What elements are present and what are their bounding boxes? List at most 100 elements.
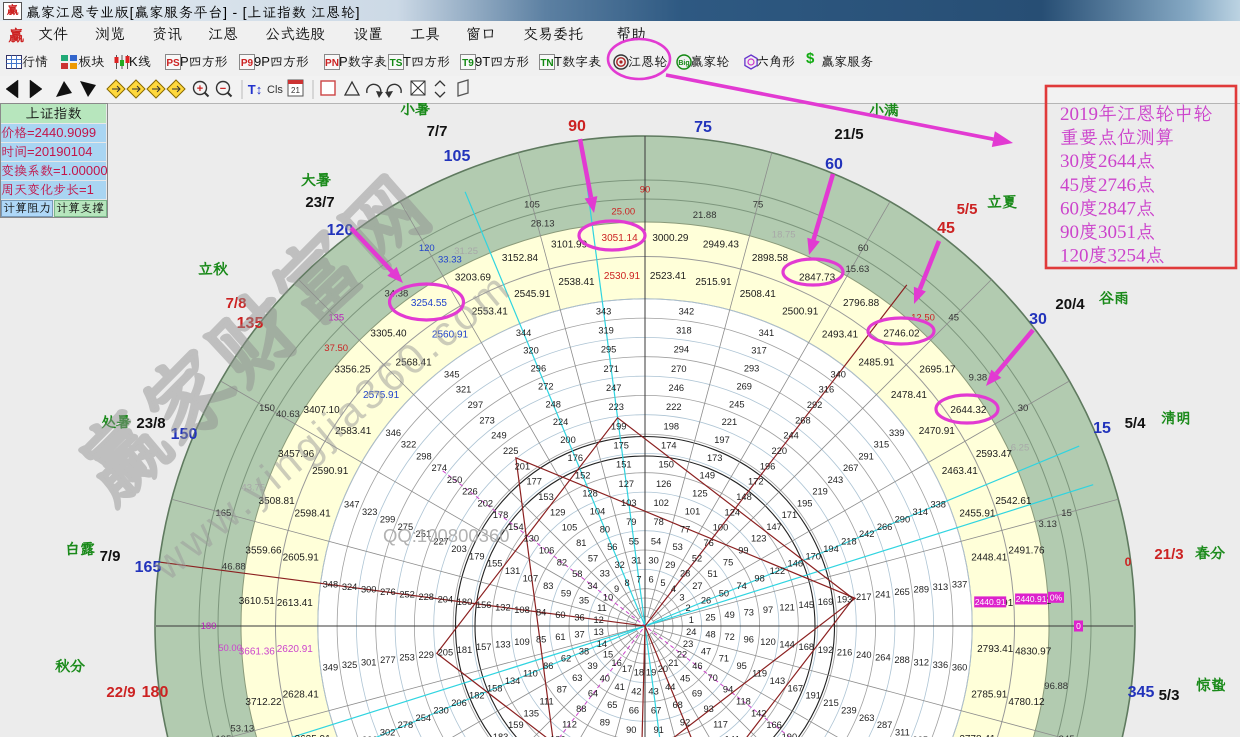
svg-text:80: 80 [600,524,610,534]
svg-text:118: 118 [736,697,751,707]
svg-text:20/4: 20/4 [1055,296,1085,313]
svg-text:104: 104 [590,506,606,516]
svg-text:45: 45 [937,220,955,237]
svg-text:181: 181 [457,645,473,655]
svg-text:14: 14 [597,639,607,649]
svg-text:219: 219 [812,487,828,497]
svg-text:105: 105 [562,523,578,533]
svg-text:90: 90 [626,725,636,735]
svg-text:192: 192 [818,645,834,655]
svg-text:7/9: 7/9 [100,548,121,565]
svg-text:266: 266 [877,522,893,532]
svg-text:2613.41: 2613.41 [277,598,314,609]
svg-text:45: 45 [948,313,959,324]
svg-text:241: 241 [875,590,891,600]
svg-text:惊蛰: 惊蛰 [1196,676,1226,695]
svg-text:2793.41: 2793.41 [977,644,1014,655]
svg-text:3.13: 3.13 [1038,519,1057,530]
svg-text:春分: 春分 [1195,544,1225,563]
svg-text:174: 174 [661,441,677,451]
svg-text:10: 10 [603,593,613,603]
svg-text:194: 194 [823,544,839,554]
svg-text:339: 339 [889,428,905,438]
svg-text:102: 102 [653,498,669,508]
svg-text:15: 15 [1061,508,1072,519]
svg-text:117: 117 [713,719,728,729]
svg-text:343: 343 [596,306,612,316]
svg-text:2508.41: 2508.41 [740,289,777,300]
svg-text:TN: TN [540,58,553,69]
svg-text:77: 77 [680,524,690,534]
svg-text:47: 47 [701,646,711,656]
svg-text:35: 35 [579,596,589,606]
svg-text:2440.91: 2440.91 [1016,594,1047,604]
svg-text:176: 176 [568,453,584,463]
svg-text:130: 130 [524,534,540,544]
svg-text:57: 57 [588,553,598,563]
svg-text:250: 250 [447,475,463,485]
svg-text:97: 97 [763,605,773,615]
svg-text:112: 112 [562,719,577,729]
svg-text:287: 287 [877,720,893,730]
svg-text:6.25: 6.25 [1011,442,1030,453]
svg-text:110: 110 [523,669,538,679]
svg-text:−: − [220,83,226,95]
svg-text:16: 16 [611,658,621,668]
svg-text:24: 24 [686,627,696,637]
svg-text:13: 13 [594,627,604,637]
svg-text:253: 253 [399,652,415,662]
svg-text:大暑: 大暑 [301,171,331,190]
svg-text:318: 318 [676,326,692,336]
svg-text:38: 38 [579,646,589,656]
svg-text:92: 92 [680,718,690,728]
svg-text:298: 298 [416,451,432,461]
svg-text:205: 205 [438,647,454,657]
svg-text:67: 67 [651,706,661,716]
svg-text:4: 4 [671,584,676,594]
svg-text:243: 243 [828,475,844,485]
svg-text:94: 94 [723,685,733,695]
svg-text:3051.14: 3051.14 [602,233,639,244]
svg-text:178: 178 [493,510,509,520]
svg-text:225: 225 [503,446,519,456]
svg-text:121: 121 [779,602,795,612]
svg-text:226: 226 [462,487,478,497]
svg-text:169: 169 [818,597,834,607]
svg-text:15: 15 [1093,420,1111,437]
svg-text:25: 25 [705,612,715,622]
svg-text:246: 246 [669,383,685,393]
svg-text:337: 337 [952,580,968,590]
svg-text:157: 157 [476,642,492,652]
svg-text:158: 158 [487,683,503,693]
svg-text:190: 190 [782,732,798,737]
svg-text:42: 42 [631,687,641,697]
svg-text:75: 75 [723,557,733,567]
svg-text:302: 302 [380,728,396,737]
svg-text:2695.17: 2695.17 [919,365,956,376]
svg-text:21: 21 [668,658,678,668]
svg-text:111: 111 [540,697,554,707]
svg-text:198: 198 [664,421,680,431]
svg-text:41: 41 [615,682,625,692]
svg-text:135: 135 [524,708,540,718]
svg-text:78: 78 [654,517,664,527]
svg-text:53.13: 53.13 [230,724,254,735]
svg-text:小满: 小满 [869,103,899,120]
svg-text:84: 84 [536,607,546,617]
svg-text:30: 30 [1029,311,1047,328]
svg-text:180: 180 [457,597,473,607]
svg-text:170: 170 [805,551,821,561]
svg-text:11: 11 [597,603,607,613]
svg-text:311: 311 [895,728,910,737]
svg-text:146: 146 [788,559,804,569]
svg-text:195: 195 [797,498,813,508]
svg-text:142: 142 [751,708,767,718]
svg-text:360: 360 [952,662,968,672]
svg-text:103: 103 [621,498,637,508]
svg-text:299: 299 [380,514,396,524]
svg-text:265: 265 [894,587,910,597]
svg-text:276: 276 [380,587,396,597]
svg-text:313: 313 [933,582,949,592]
svg-text:74: 74 [737,581,747,591]
svg-text:183: 183 [493,732,509,737]
